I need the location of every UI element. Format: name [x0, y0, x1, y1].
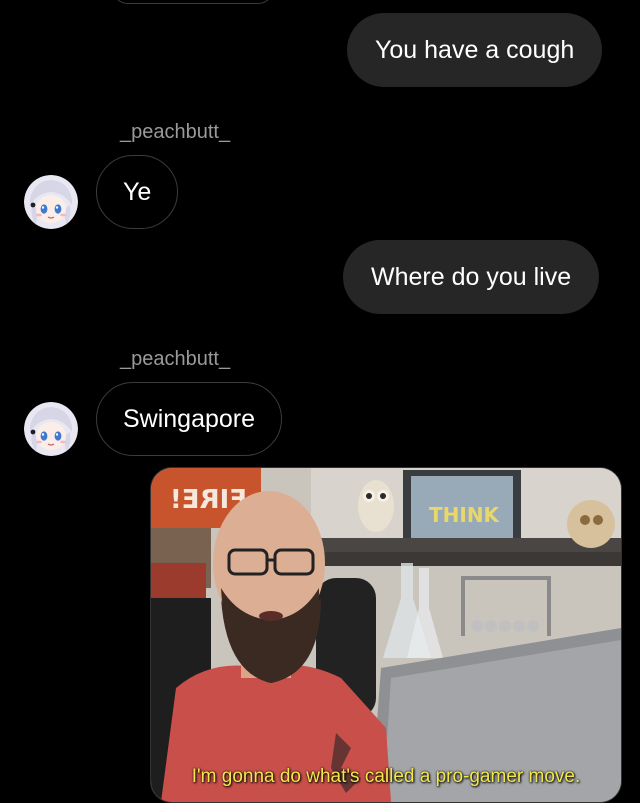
message-text: You have a cough [375, 35, 575, 64]
message-text: Where do you live [371, 262, 572, 291]
sender-name: _peachbutt_ [120, 348, 231, 370]
previous-message-partial [24, 0, 274, 4]
message-text: Ye [123, 177, 152, 206]
incoming-message-bubble[interactable]: Swingapore [96, 382, 283, 456]
avatar[interactable] [24, 402, 78, 456]
avatar-image [24, 402, 78, 456]
video-caption: I'm gonna do what's called a pro-gamer m… [191, 766, 581, 787]
outgoing-message-bubble[interactable]: You have a cough [347, 13, 603, 87]
avatar-image [24, 175, 78, 229]
sender-name: _peachbutt_ [120, 121, 231, 143]
video-frame-image: FIRE! THINK [151, 468, 621, 802]
outgoing-message-bubble[interactable]: Where do you live [343, 240, 600, 314]
message-text: Swingapore [123, 404, 256, 433]
shared-media-video[interactable]: FIRE! THINK I'm gonna do what's called a… [150, 467, 622, 803]
incoming-message-bubble[interactable]: Ye [96, 155, 179, 229]
message-bubble-partial[interactable] [112, 0, 274, 4]
frame-text: THINK [429, 503, 501, 527]
avatar[interactable] [24, 175, 78, 229]
